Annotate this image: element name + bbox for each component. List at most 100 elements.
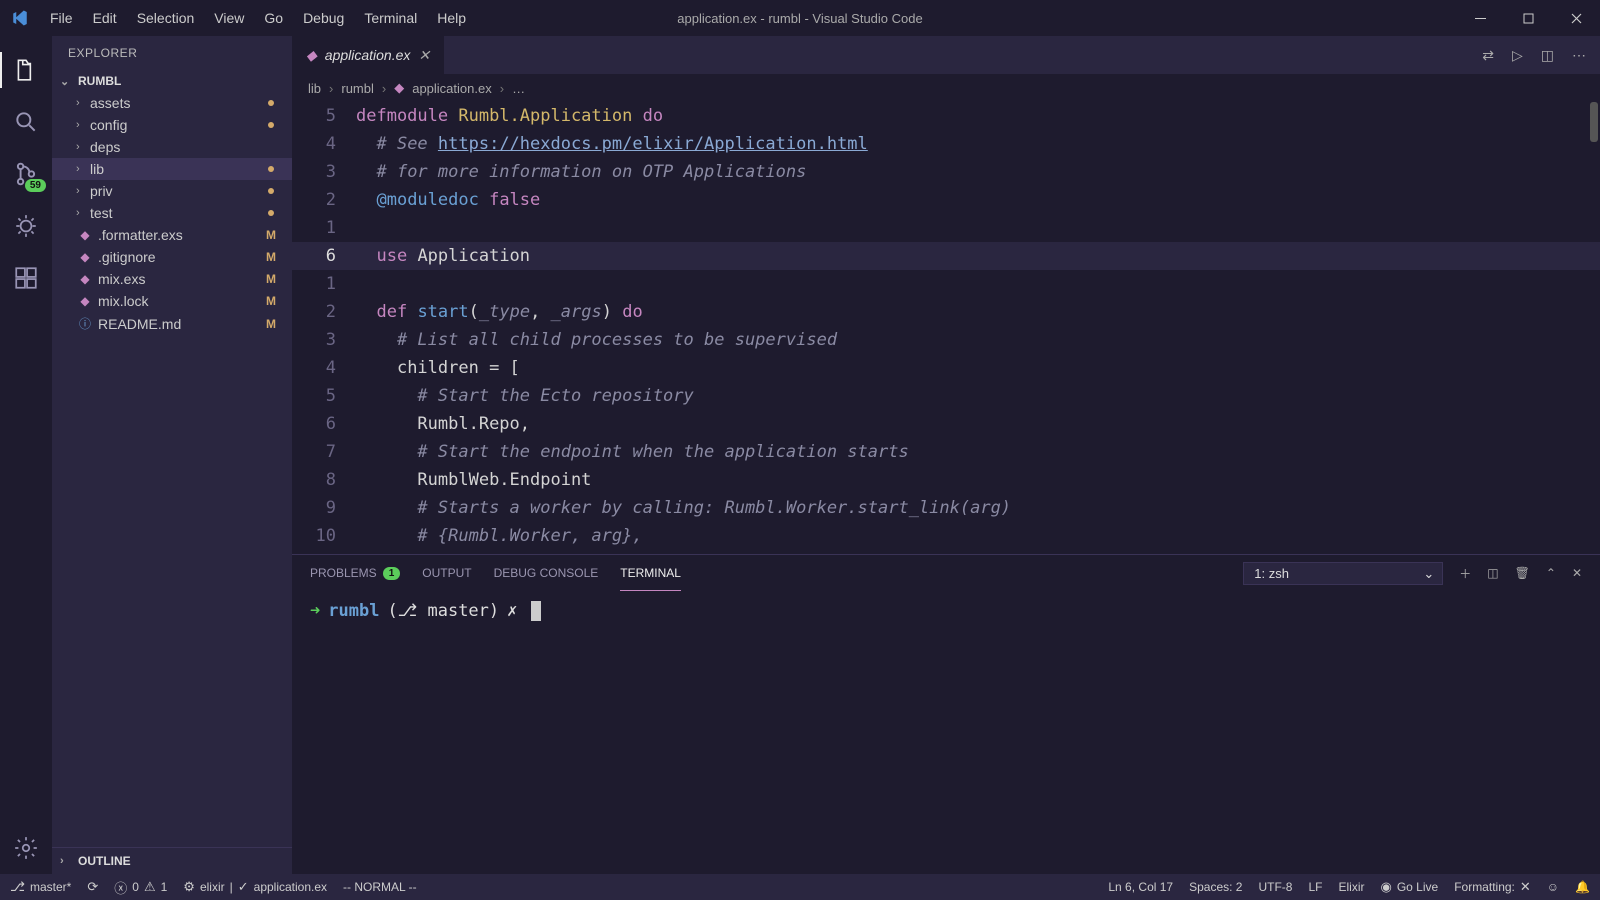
modified-dot-icon xyxy=(268,188,274,194)
panel-tab-debug[interactable]: DEBUG CONSOLE xyxy=(494,555,599,591)
tab-label: application.ex xyxy=(325,47,411,63)
info-file-icon: ⓘ xyxy=(76,315,94,332)
code-editor[interactable]: 5 4 3 2 1 6 1 2 3 4 5 6 7 8 9 10 defmodu… xyxy=(292,102,1600,554)
close-button[interactable] xyxy=(1552,0,1600,36)
menu-debug[interactable]: Debug xyxy=(293,2,354,34)
status-encoding[interactable]: UTF-8 xyxy=(1258,880,1292,894)
explorer-icon[interactable] xyxy=(0,44,52,96)
extensions-icon[interactable] xyxy=(0,252,52,304)
chevron-right-icon: › xyxy=(329,81,333,96)
tree-folder[interactable]: › test xyxy=(52,202,292,224)
crumb[interactable]: application.ex xyxy=(412,81,492,96)
run-icon[interactable]: ▷ xyxy=(1512,47,1523,64)
modified-dot-icon xyxy=(268,122,274,128)
tree-file[interactable]: ◆ .formatter.exs M xyxy=(52,224,292,246)
chevron-right-icon: › xyxy=(500,81,504,96)
tree-label: .gitignore xyxy=(98,249,266,265)
status-sync[interactable]: ⟳ xyxy=(87,879,98,895)
tree-folder[interactable]: › lib xyxy=(52,158,292,180)
window-controls xyxy=(1456,0,1600,36)
chevron-down-icon: ⌄ xyxy=(1423,566,1434,582)
tree-folder[interactable]: › config xyxy=(52,114,292,136)
code-content[interactable]: defmodule Rumbl.Application do # See htt… xyxy=(356,102,1600,554)
terminal[interactable]: ➜ rumbl (⎇ master) ✗ xyxy=(292,591,1600,874)
menu-go[interactable]: Go xyxy=(254,2,293,34)
menu-selection[interactable]: Selection xyxy=(127,2,205,34)
panel-tab-output[interactable]: OUTPUT xyxy=(422,555,471,591)
source-control-icon[interactable]: 59 xyxy=(0,148,52,200)
kill-terminal-icon[interactable]: 🗑 xyxy=(1515,566,1530,580)
panel-tab-problems[interactable]: PROBLEMS 1 xyxy=(310,555,400,591)
scrollbar-thumb[interactable] xyxy=(1590,102,1598,142)
settings-gear-icon[interactable] xyxy=(0,822,52,874)
tree-folder[interactable]: › deps xyxy=(52,136,292,158)
tree-label: assets xyxy=(90,95,268,111)
check-icon: ✓ xyxy=(238,879,249,895)
status-eol[interactable]: LF xyxy=(1308,880,1322,894)
breadcrumbs[interactable]: lib › rumbl › ◆ application.ex › … xyxy=(292,74,1600,102)
crumb[interactable]: rumbl xyxy=(341,81,374,96)
close-icon[interactable]: ✕ xyxy=(418,47,430,64)
menu-file[interactable]: File xyxy=(40,2,83,34)
error-icon: ⓧ xyxy=(114,878,127,897)
panel-tab-terminal[interactable]: TERMINAL xyxy=(620,555,681,591)
tree-file[interactable]: ◆ mix.lock M xyxy=(52,290,292,312)
outline-section[interactable]: › OUTLINE xyxy=(52,847,292,874)
debug-icon[interactable] xyxy=(0,200,52,252)
close-panel-icon[interactable]: ✕ xyxy=(1572,566,1582,580)
tree-folder[interactable]: › assets xyxy=(52,92,292,114)
elixir-file-icon: ◆ xyxy=(76,272,94,286)
more-icon[interactable]: ⋯ xyxy=(1572,47,1586,64)
git-status-badge: M xyxy=(266,272,282,286)
status-golive[interactable]: ◉ Go Live xyxy=(1380,879,1438,895)
split-terminal-icon[interactable]: ◫ xyxy=(1487,566,1498,580)
crumb[interactable]: lib xyxy=(308,81,321,96)
tree-file[interactable]: ◆ .gitignore M xyxy=(52,246,292,268)
menu-edit[interactable]: Edit xyxy=(83,2,127,34)
tabs-row: ◆ application.ex ✕ ⇄ ▷ ◫ ⋯ xyxy=(292,36,1600,74)
split-editor-icon[interactable]: ◫ xyxy=(1541,47,1554,64)
status-language[interactable]: ⚙ elixir | ✓ application.ex xyxy=(183,879,327,895)
maximize-button[interactable] xyxy=(1504,0,1552,36)
status-filetype[interactable]: Elixir xyxy=(1338,880,1364,894)
search-icon[interactable] xyxy=(0,96,52,148)
tree-label: mix.lock xyxy=(98,293,266,309)
status-indent[interactable]: Spaces: 2 xyxy=(1189,880,1242,894)
editor-tab[interactable]: ◆ application.ex ✕ xyxy=(292,36,444,74)
status-problems[interactable]: ⓧ0 ⚠1 xyxy=(114,878,167,897)
editor-actions: ⇄ ▷ ◫ ⋯ xyxy=(1482,47,1600,64)
tree-file[interactable]: ⓘ README.md M xyxy=(52,312,292,335)
git-status-badge: M xyxy=(266,250,282,264)
status-cursor-pos[interactable]: Ln 6, Col 17 xyxy=(1108,880,1173,894)
branch-icon: ⎇ xyxy=(10,879,25,895)
menu-terminal[interactable]: Terminal xyxy=(354,2,427,34)
prompt-path: rumbl xyxy=(328,601,379,621)
menu-view[interactable]: View xyxy=(204,2,254,34)
sync-icon: ⟳ xyxy=(87,879,98,895)
elixir-file-icon: ◆ xyxy=(76,250,94,264)
scrollbar[interactable] xyxy=(1588,102,1600,554)
tree-label: deps xyxy=(90,139,282,155)
crumb[interactable]: … xyxy=(512,81,525,96)
compare-icon[interactable]: ⇄ xyxy=(1482,47,1494,64)
window-title: application.ex - rumbl - Visual Studio C… xyxy=(677,11,922,26)
tree-file[interactable]: ◆ mix.exs M xyxy=(52,268,292,290)
status-formatting[interactable]: Formatting: ✕ xyxy=(1454,879,1531,895)
tree-label: test xyxy=(90,205,268,221)
minimize-button[interactable] xyxy=(1456,0,1504,36)
close-icon: ✕ xyxy=(1520,879,1531,895)
status-bell-icon[interactable]: 🔔 xyxy=(1575,880,1590,894)
tree-folder[interactable]: › priv xyxy=(52,180,292,202)
elixir-file-icon: ◆ xyxy=(76,228,94,242)
new-terminal-icon[interactable]: ＋ xyxy=(1459,565,1471,582)
status-branch[interactable]: ⎇ master* xyxy=(10,879,71,895)
status-feedback-icon[interactable]: ☺ xyxy=(1547,880,1559,894)
terminal-cursor xyxy=(531,601,541,621)
tree-root[interactable]: ⌄ RUMBL xyxy=(52,70,292,92)
maximize-panel-icon[interactable]: ⌃ xyxy=(1546,566,1556,580)
outline-label: OUTLINE xyxy=(78,854,131,868)
menu-help[interactable]: Help xyxy=(427,2,476,34)
tree-label: .formatter.exs xyxy=(98,227,266,243)
terminal-select[interactable]: 1: zsh ⌄ xyxy=(1243,562,1443,585)
elixir-file-icon: ◆ xyxy=(76,294,94,308)
